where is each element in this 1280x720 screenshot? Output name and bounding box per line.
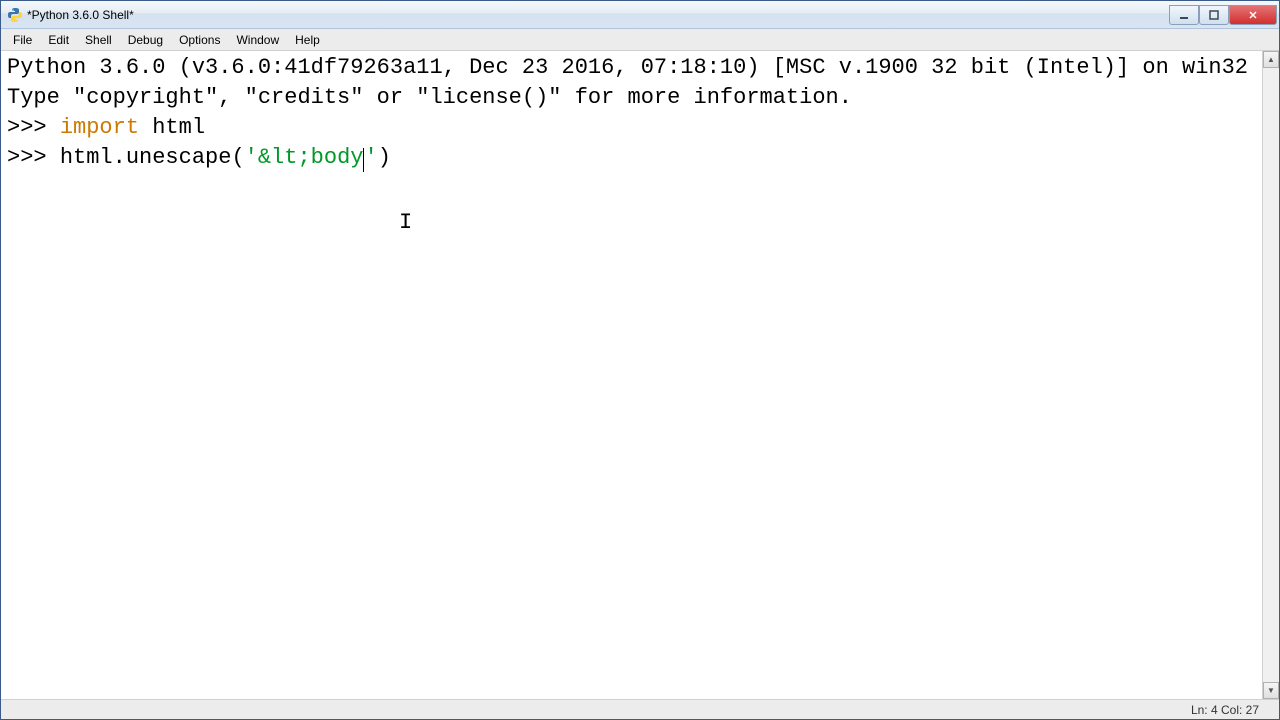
close-button[interactable] xyxy=(1229,5,1277,25)
string-open-quote: ' xyxy=(245,145,258,170)
call-pre: html.unescape( xyxy=(60,145,245,170)
menu-help[interactable]: Help xyxy=(287,31,328,49)
scroll-track[interactable] xyxy=(1263,68,1279,682)
prompt: >>> xyxy=(7,145,60,170)
import-target: html xyxy=(139,115,205,140)
window-title: *Python 3.6.0 Shell* xyxy=(27,8,1169,22)
editor-area: Python 3.6.0 (v3.6.0:41df79263a11, Dec 2… xyxy=(1,51,1279,699)
keyword-import: import xyxy=(60,115,139,140)
minimize-button[interactable] xyxy=(1169,5,1199,25)
app-icon xyxy=(7,7,23,23)
ibeam-cursor-icon: I xyxy=(399,210,412,235)
banner-line-1: Python 3.6.0 (v3.6.0:41df79263a11, Dec 2… xyxy=(7,55,1248,80)
cursor-position: Ln: 4 Col: 27 xyxy=(1191,703,1259,717)
menu-window[interactable]: Window xyxy=(228,31,287,49)
maximize-button[interactable] xyxy=(1199,5,1229,25)
window-controls xyxy=(1169,5,1277,25)
menubar: File Edit Shell Debug Options Window Hel… xyxy=(1,29,1279,51)
menu-options[interactable]: Options xyxy=(171,31,228,49)
shell-text[interactable]: Python 3.6.0 (v3.6.0:41df79263a11, Dec 2… xyxy=(1,51,1262,699)
app-window: *Python 3.6.0 Shell* File Edit Shell Deb… xyxy=(0,0,1280,720)
statusbar: Ln: 4 Col: 27 xyxy=(1,699,1279,719)
scroll-up-button[interactable]: ▲ xyxy=(1263,51,1279,68)
menu-debug[interactable]: Debug xyxy=(120,31,171,49)
text-cursor xyxy=(363,148,364,172)
banner-line-2: Type "copyright", "credits" or "license(… xyxy=(7,85,852,110)
string-body: &lt;body xyxy=(258,145,364,170)
scroll-down-button[interactable]: ▼ xyxy=(1263,682,1279,699)
call-post: ) xyxy=(378,145,391,170)
string-close-quote: ' xyxy=(364,145,377,170)
menu-file[interactable]: File xyxy=(5,31,40,49)
titlebar[interactable]: *Python 3.6.0 Shell* xyxy=(1,1,1279,29)
vertical-scrollbar[interactable]: ▲ ▼ xyxy=(1262,51,1279,699)
prompt: >>> xyxy=(7,115,60,140)
menu-shell[interactable]: Shell xyxy=(77,31,120,49)
menu-edit[interactable]: Edit xyxy=(40,31,77,49)
